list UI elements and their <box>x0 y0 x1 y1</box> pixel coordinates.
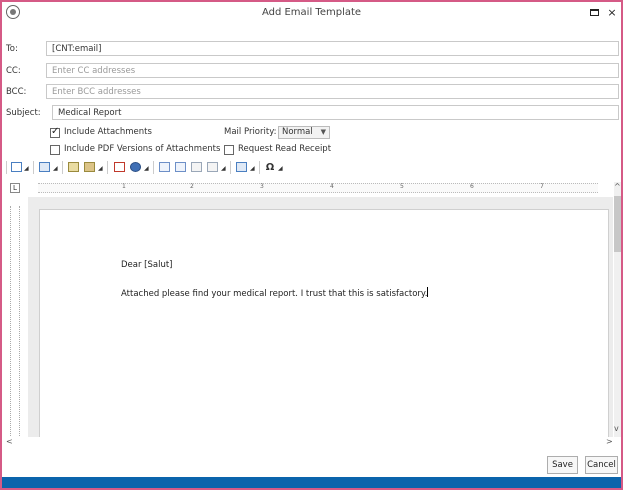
vertical-scrollbar[interactable]: ^ v <box>614 182 621 437</box>
bcc-field[interactable] <box>46 84 619 99</box>
editor-toolbar: ◢ ◢ ◢ ◢ ◢ ◢ Ω ◢ <box>6 160 620 176</box>
subject-label: Subject: <box>6 108 41 118</box>
horizontal-scrollbar[interactable]: < > <box>6 437 614 447</box>
dropdown-arrow-icon[interactable]: ◢ <box>278 165 283 172</box>
status-bar <box>2 477 621 488</box>
email-template-window: Add Email Template × To: CC: BCC: Subjec… <box>0 0 623 490</box>
table-icon[interactable] <box>39 162 50 172</box>
vertical-ruler <box>10 206 20 436</box>
mail-priority-value: Normal <box>282 127 313 137</box>
to-field[interactable] <box>46 41 619 56</box>
ruler-number: 6 <box>470 183 474 190</box>
date-icon[interactable] <box>207 162 218 172</box>
dropdown-arrow-icon[interactable]: ◢ <box>144 165 149 172</box>
ruler-number: 4 <box>330 183 334 190</box>
body-line: Attached please find your medical report… <box>121 287 429 299</box>
save-button[interactable]: Save <box>547 456 578 474</box>
to-label: To: <box>6 44 18 54</box>
toolbar-separator <box>259 161 260 174</box>
salutation-line: Dear [Salut] <box>121 260 173 270</box>
document-page[interactable]: Dear [Salut] Attached please find your m… <box>39 209 609 437</box>
include-pdf-label: Include PDF Versions of Attachments <box>64 144 221 154</box>
title-bar: Add Email Template × <box>2 2 621 24</box>
include-attachments-label: Include Attachments <box>64 127 152 137</box>
ruler-number: 5 <box>400 183 404 190</box>
maximize-icon <box>590 9 599 16</box>
cc-label: CC: <box>6 66 21 76</box>
toolbar-separator <box>62 161 63 174</box>
cancel-button[interactable]: Cancel <box>585 456 618 474</box>
toolbar-separator <box>6 161 7 174</box>
to-row: To: <box>2 41 621 57</box>
toolbar-separator <box>33 161 34 174</box>
scroll-thumb[interactable] <box>614 196 621 252</box>
bcc-row: BCC: <box>2 84 621 100</box>
tab-stop-selector[interactable]: L <box>10 183 20 193</box>
mail-priority-label: Mail Priority: <box>224 127 277 137</box>
cc-row: CC: <box>2 63 621 79</box>
ruler-number: 3 <box>260 183 264 190</box>
document-editor[interactable]: Dear [Salut] Attached please find your m… <box>28 197 613 437</box>
scroll-right-icon[interactable]: > <box>606 437 613 446</box>
include-pdf-checkbox[interactable] <box>50 145 60 155</box>
footer-icon[interactable] <box>175 162 186 172</box>
picture-icon[interactable] <box>68 162 79 172</box>
dropdown-arrow-icon[interactable]: ◢ <box>250 165 255 172</box>
cc-field[interactable] <box>46 63 619 78</box>
bookmark-icon[interactable] <box>114 162 125 172</box>
header-icon[interactable] <box>159 162 170 172</box>
table-icon[interactable] <box>11 162 22 172</box>
ruler-number: 2 <box>190 183 194 190</box>
dropdown-arrow-icon[interactable]: ◢ <box>221 165 226 172</box>
body-text: Attached please find your medical report… <box>121 289 428 299</box>
dropdown-arrow-icon[interactable]: ◢ <box>24 165 29 172</box>
hyperlink-icon[interactable] <box>130 162 141 172</box>
subject-field[interactable] <box>52 105 619 120</box>
read-receipt-label: Request Read Receipt <box>238 144 332 154</box>
scroll-down-icon[interactable]: v <box>614 424 619 433</box>
bcc-label: BCC: <box>6 87 27 97</box>
scroll-up-icon[interactable]: ^ <box>614 182 621 191</box>
dropdown-arrow-icon[interactable]: ◢ <box>53 165 58 172</box>
include-attachments-checkbox[interactable] <box>50 126 60 138</box>
scroll-left-icon[interactable]: < <box>6 437 13 446</box>
symbol-icon[interactable]: Ω <box>263 161 277 174</box>
page-number-icon[interactable] <box>191 162 202 172</box>
mail-priority-select[interactable]: Normal ▼ <box>278 126 330 139</box>
horizontal-ruler: L 1 2 3 4 5 6 7 <box>6 182 620 194</box>
toolbar-separator <box>230 161 231 174</box>
toolbar-separator <box>153 161 154 174</box>
ruler-number: 7 <box>540 183 544 190</box>
subject-row: Subject: <box>2 105 621 121</box>
ruler-number: 1 <box>122 183 126 190</box>
image-icon[interactable] <box>84 162 95 172</box>
chevron-down-icon: ▼ <box>320 128 326 136</box>
ruler-bar: 1 2 3 4 5 6 7 <box>38 183 598 193</box>
read-receipt-checkbox[interactable] <box>224 145 234 155</box>
toolbar-separator <box>107 161 108 174</box>
maximize-button[interactable] <box>588 6 602 20</box>
dropdown-arrow-icon[interactable]: ◢ <box>98 165 103 172</box>
textbox-icon[interactable] <box>236 162 247 172</box>
window-title: Add Email Template <box>261 7 362 18</box>
close-button[interactable]: × <box>605 6 619 20</box>
text-caret <box>427 287 429 297</box>
